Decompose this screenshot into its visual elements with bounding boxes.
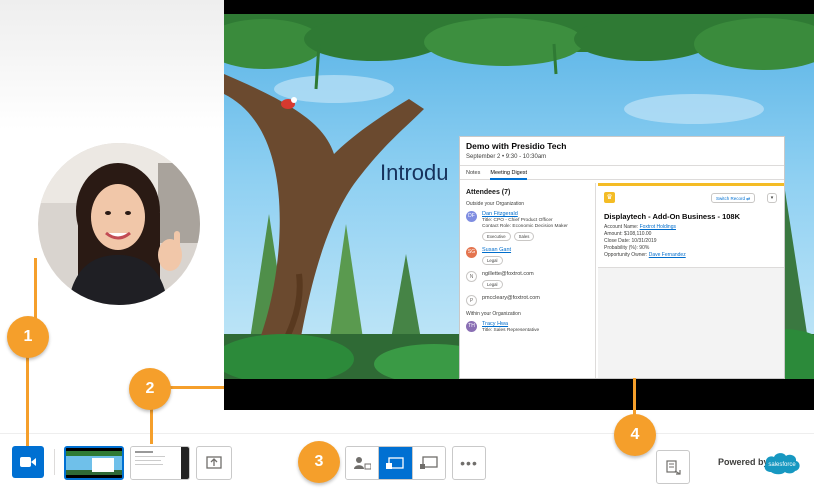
- tab-notes[interactable]: Notes: [466, 170, 480, 176]
- meeting-title: Demo with Presidio Tech: [466, 141, 567, 151]
- card-body: Attendees (7) Outside your Organization …: [460, 183, 784, 378]
- video-camera-icon: [20, 457, 36, 467]
- field-label: Close Date:: [604, 238, 631, 244]
- presenter-layout-icon: [419, 456, 438, 469]
- field-label: Account Name:: [604, 224, 639, 230]
- chevron-down-icon[interactable]: ▾: [767, 193, 777, 203]
- attendee-name-link[interactable]: Dan Fitzgerald: [482, 211, 589, 217]
- powered-by-label: Powered by: [718, 457, 769, 467]
- tag-pill: Legal: [482, 256, 503, 265]
- account-link[interactable]: Foxtrot Holdings: [640, 224, 676, 230]
- attendee-email: pmccleary@foxtrot.com: [482, 295, 540, 301]
- shared-slide: Introdu Demo with Presidio Tech Septembe…: [224, 14, 814, 379]
- callout-badge-4: 4: [614, 414, 656, 456]
- slide-thumbnail-presentation[interactable]: [64, 446, 124, 480]
- tab-meeting-digest[interactable]: Meeting Digest: [490, 170, 528, 180]
- avatar: TH: [466, 321, 477, 332]
- callout-badge-2: 2: [129, 368, 171, 410]
- screen-thumbnail-record[interactable]: [130, 446, 190, 480]
- within-org-label: Within your Organization: [466, 311, 521, 317]
- toolbar-divider: [0, 433, 814, 434]
- presenter-portrait: [38, 143, 200, 305]
- svg-text:salesforce: salesforce: [768, 462, 796, 468]
- camera-toggle-button[interactable]: [12, 446, 44, 478]
- attendee-item: DF Dan Fitzgerald Title: CPO - Chief Pro…: [466, 211, 589, 241]
- thumbnail-preview: [66, 448, 122, 478]
- empty-panel: [598, 267, 784, 378]
- speaker-layout-button[interactable]: [346, 447, 380, 479]
- callout-badge-1: 1: [7, 316, 49, 358]
- attendees-heading: Attendees (7): [466, 189, 511, 196]
- screen-focus-layout-button[interactable]: [379, 447, 413, 479]
- attendee-title: Title: Sales Representative: [482, 328, 540, 333]
- more-icon: •••: [460, 455, 478, 471]
- avatar: DF: [466, 211, 477, 222]
- callout-line-4: [633, 378, 636, 416]
- thumbnail-preview: [131, 447, 189, 479]
- avatar: SG: [466, 247, 477, 258]
- notes-popout-button[interactable]: [656, 450, 690, 484]
- presenter-layout-button[interactable]: [412, 447, 445, 479]
- card-header: Demo with Presidio Tech September 2 • 9:…: [460, 137, 784, 166]
- share-screen-button[interactable]: [196, 446, 232, 480]
- slide-title: Introdu: [380, 160, 449, 185]
- tag-pill: Legal: [482, 280, 503, 289]
- left-panel-background: [0, 0, 224, 130]
- screen-focus-layout-icon: [386, 457, 405, 469]
- avatar: P: [466, 295, 477, 306]
- attendee-email: ngillette@foxtrot.com: [482, 271, 534, 277]
- field-label: Probability (%):: [604, 245, 638, 251]
- opportunity-fields: Account Name: Foxtrot Holdings Amount: $…: [604, 224, 686, 259]
- attendee-item: SG Susan Gant Legal: [466, 247, 589, 265]
- layout-switcher: [345, 446, 446, 480]
- callout-line-1b: [26, 354, 29, 446]
- more-options-button[interactable]: •••: [452, 446, 486, 480]
- field-value: 10/31/2019: [631, 238, 657, 244]
- field-value: 90%: [639, 245, 650, 251]
- presentation-stage: Introdu Demo with Presidio Tech Septembe…: [224, 0, 814, 410]
- callout-line-2b: [170, 386, 224, 389]
- attendee-name-link[interactable]: Tracy Hwa: [482, 321, 589, 327]
- salesforce-logo: salesforce: [763, 450, 801, 476]
- field-value: $108,110.00: [624, 231, 652, 237]
- callout-badge-3: 3: [298, 441, 340, 483]
- attendee-name-link[interactable]: Susan Gant: [482, 247, 589, 253]
- meeting-time: September 2 • 9:30 - 10:30am: [466, 154, 547, 160]
- field-label: Opportunity Owner:: [604, 252, 648, 258]
- crown-icon: ♛: [604, 192, 615, 203]
- opportunity-name: Displaytech - Add-On Business - 108K: [604, 212, 741, 221]
- tag-pill: Sales: [513, 232, 535, 241]
- attendee-role: Contact Role: Economic Decision Maker: [482, 224, 568, 229]
- outside-org-label: Outside your Organization: [466, 201, 525, 207]
- presenter-video-avatar[interactable]: [38, 143, 200, 305]
- share-screen-icon: [206, 456, 222, 469]
- switch-record-label: Switch Record: [716, 196, 746, 201]
- avatar: N: [466, 271, 477, 282]
- attendee-item: P pmccleary@foxtrot.com: [466, 295, 589, 306]
- meeting-digest-card: Demo with Presidio Tech September 2 • 9:…: [459, 136, 785, 379]
- attendee-item: TH Tracy Hwa Title: Sales Representative: [466, 321, 589, 333]
- card-tabs: Notes Meeting Digest: [460, 166, 784, 180]
- field-label: Amount:: [604, 231, 623, 237]
- speaker-layout-icon: [354, 457, 372, 470]
- switch-record-button[interactable]: Switch Record ⇄: [711, 193, 756, 203]
- attendees-panel: Attendees (7) Outside your Organization …: [460, 183, 596, 378]
- opportunity-panel: ♛ Switch Record ⇄ ▾ Displaytech - Add-On…: [598, 183, 784, 267]
- notes-popout-icon: [666, 460, 681, 475]
- tag-pill: Executive: [482, 232, 511, 241]
- owner-link[interactable]: Dave Fernandez: [649, 252, 686, 258]
- attendee-title: Title: CPO - Chief Product Officer: [482, 218, 553, 223]
- toolbar-separator: [54, 449, 55, 475]
- attendee-item: N ngillette@foxtrot.com Legal: [466, 271, 589, 289]
